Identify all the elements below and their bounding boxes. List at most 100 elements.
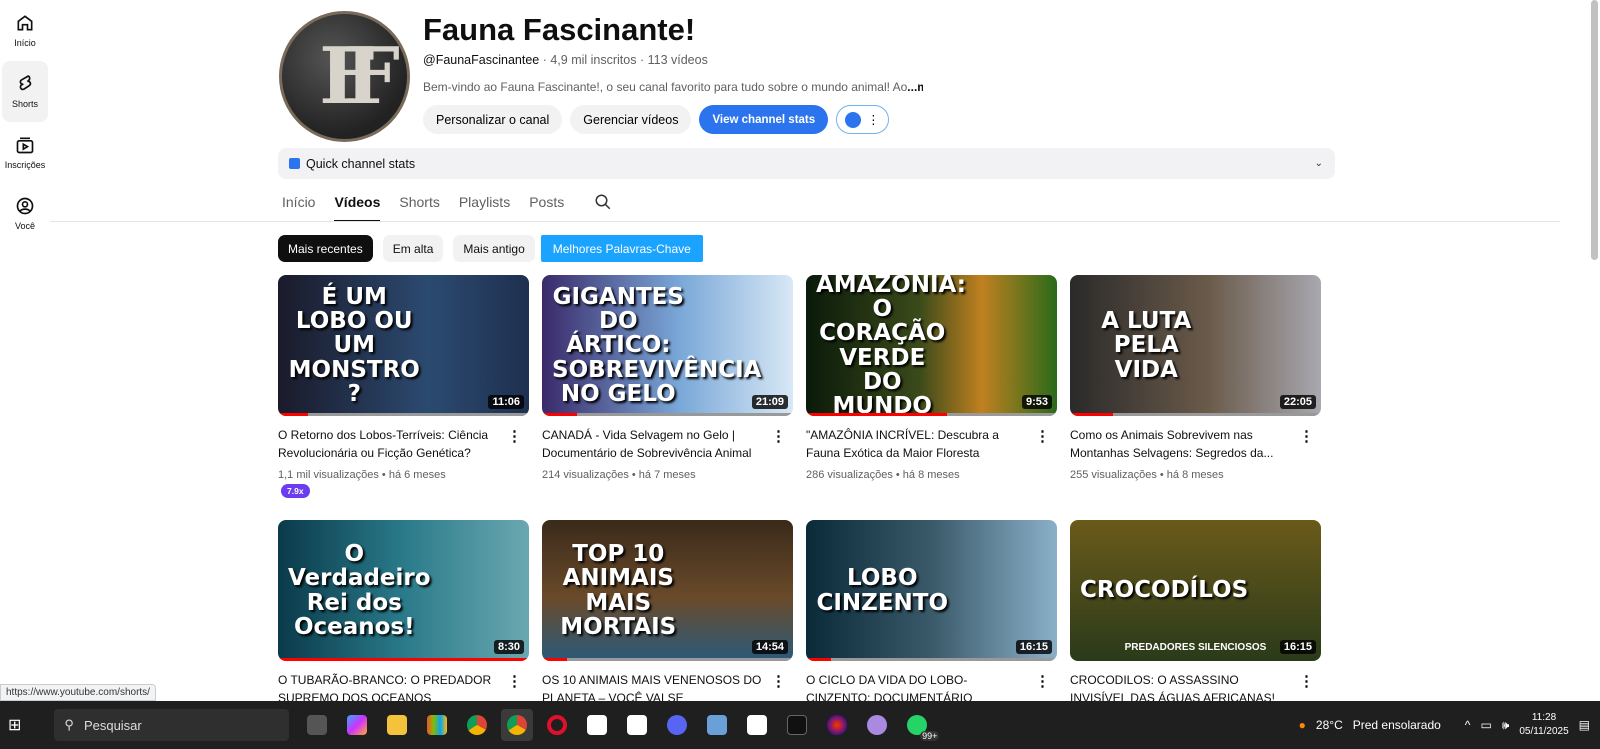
- video-card[interactable]: É UM LOBO OU UM MONSTRO ? 11:06 O Retorn…: [278, 275, 529, 499]
- chevron-up-icon[interactable]: ^: [1465, 718, 1471, 732]
- chrome-icon[interactable]: [461, 709, 493, 741]
- opera-icon[interactable]: [541, 709, 573, 741]
- search-icon[interactable]: [594, 193, 612, 211]
- video-thumbnail[interactable]: AMAZÔNIA: O CORAÇÃO VERDE DO MUNDO 9:53: [806, 275, 1057, 416]
- channel-handle: @FaunaFascinantee: [423, 53, 540, 67]
- tab-inicio[interactable]: Início: [282, 188, 315, 222]
- video-duration: 14:54: [751, 640, 788, 654]
- whatsapp-icon[interactable]: 99+: [901, 709, 940, 741]
- thumbnail-text: É UM LOBO OU UM MONSTRO ?: [288, 284, 420, 407]
- watch-progress: [542, 413, 793, 416]
- video-meta: 214 visualizações • há 7 meses: [542, 469, 696, 481]
- store-icon[interactable]: [421, 709, 453, 741]
- chip-oldest[interactable]: Mais antigo: [453, 235, 535, 262]
- more-vert-icon[interactable]: ⋮: [771, 427, 786, 445]
- capcut-icon-2[interactable]: [621, 709, 653, 741]
- capcut-icon[interactable]: [581, 709, 613, 741]
- video-title[interactable]: Como os Animais Sobrevivem nas Montanhas…: [1070, 426, 1295, 462]
- video-title[interactable]: CANADÁ - Vida Selvagem no Gelo | Documen…: [542, 426, 767, 462]
- tab-shorts[interactable]: Shorts: [399, 188, 439, 222]
- video-card[interactable]: A LUTA PELA VIDA 22:05 Como os Animais S…: [1070, 275, 1321, 481]
- channel-meta: @FaunaFascinantee · 4,9 mil inscritos · …: [423, 53, 708, 67]
- more-vert-icon[interactable]: ⋮: [1299, 427, 1314, 445]
- notepad-icon[interactable]: [701, 709, 733, 741]
- thumbnail-text: A LUTA PELA VIDA: [1101, 308, 1192, 383]
- extension-menu-button[interactable]: ⋮: [836, 105, 889, 134]
- taskbar-search[interactable]: ⚲ Pesquisar: [54, 709, 290, 741]
- more-vert-icon[interactable]: ⋮: [1299, 672, 1314, 690]
- more-vert-icon[interactable]: ⋮: [507, 672, 522, 690]
- chip-trending[interactable]: Em alta: [382, 235, 444, 262]
- performance-badge: 7.9x: [281, 484, 310, 498]
- more-vert-icon[interactable]: ⋮: [1035, 672, 1050, 690]
- video-card[interactable]: CROCODÍLOS PREDADORES SILENCIOSOS 16:15 …: [1070, 520, 1321, 707]
- windows-start-icon[interactable]: ⊞: [8, 715, 21, 735]
- thumbnail-text: LOBO CINZENTO: [816, 565, 949, 616]
- video-thumbnail[interactable]: GIGANTES DO ÁRTICO: SOBREVIVÊNCIA NO GEL…: [542, 275, 793, 416]
- video-thumbnail[interactable]: LOBO CINZENTO 16:15: [806, 520, 1057, 661]
- video-meta: 1,1 mil visualizações • há 6 meses: [278, 469, 446, 481]
- nav-inicio[interactable]: Início: [2, 0, 48, 61]
- volume-icon[interactable]: 🕪: [1502, 718, 1510, 733]
- thumbnail-text: GIGANTES DO ÁRTICO: SOBREVIVÊNCIA NO GEL…: [552, 284, 762, 407]
- app-icon[interactable]: [661, 709, 693, 741]
- watch-progress: [278, 413, 529, 416]
- extension-icon: [845, 111, 862, 128]
- watch-progress: [806, 658, 1057, 661]
- thumbnail-text: CROCODÍLOS: [1080, 577, 1249, 604]
- video-thumbnail[interactable]: CROCODÍLOS PREDADORES SILENCIOSOS 16:15: [1070, 520, 1321, 661]
- video-card[interactable]: O Verdadeiro Rei dos Oceanos! 8:30 O TUB…: [278, 520, 529, 707]
- view-channel-stats-button[interactable]: View channel stats: [699, 105, 829, 134]
- network-icon[interactable]: ▭: [1480, 718, 1491, 732]
- watch-progress: [1070, 413, 1321, 416]
- video-card[interactable]: TOP 10 ANIMAIS MAIS MORTAIS 14:54 OS 10 …: [542, 520, 793, 707]
- tab-playlists[interactable]: Playlists: [459, 188, 510, 222]
- more-vert-icon[interactable]: ⋮: [507, 427, 522, 445]
- scrollbar[interactable]: [1588, 0, 1600, 701]
- subscriptions-icon: [16, 137, 34, 154]
- video-card[interactable]: AMAZÔNIA: O CORAÇÃO VERDE DO MUNDO 9:53 …: [806, 275, 1057, 481]
- chevron-down-icon[interactable]: ⌄: [1315, 158, 1323, 169]
- notification-badge: 99+: [920, 731, 940, 741]
- watch-progress: [278, 658, 529, 661]
- capcut-icon-3[interactable]: [741, 709, 773, 741]
- video-card[interactable]: GIGANTES DO ÁRTICO: SOBREVIVÊNCIA NO GEL…: [542, 275, 793, 481]
- task-view-icon[interactable]: [301, 709, 333, 741]
- divider: [50, 221, 1560, 222]
- video-title[interactable]: O Retorno dos Lobos-Terríveis: Ciência R…: [278, 426, 503, 462]
- video-meta: 286 visualizações • há 8 meses: [806, 469, 960, 481]
- quick-channel-stats[interactable]: Quick channel stats ⌄: [278, 148, 1335, 179]
- status-url: https://www.youtube.com/shorts/: [0, 684, 156, 701]
- video-thumbnail[interactable]: A LUTA PELA VIDA 22:05: [1070, 275, 1321, 416]
- tab-videos[interactable]: Vídeos: [334, 188, 381, 222]
- video-duration: 9:53: [1021, 395, 1052, 409]
- nav-you[interactable]: Você: [2, 183, 48, 244]
- video-card[interactable]: LOBO CINZENTO 16:15 O CICLO DA VIDA DO L…: [806, 520, 1057, 707]
- chip-recent[interactable]: Mais recentes: [278, 235, 373, 262]
- tab-posts[interactable]: Posts: [529, 188, 564, 222]
- browser-icon[interactable]: [821, 709, 853, 741]
- clock[interactable]: 11:28 05/11/2025: [1519, 711, 1568, 739]
- channel-description[interactable]: Bem-vindo ao Fauna Fascinante!, o seu ca…: [423, 80, 923, 94]
- search-icon: ⚲: [64, 717, 74, 732]
- notifications-icon[interactable]: ▤: [1579, 718, 1590, 732]
- video-title[interactable]: "AMAZÔNIA INCRÍVEL: Descubra a Fauna Exó…: [806, 426, 1031, 462]
- copilot-icon[interactable]: [341, 709, 373, 741]
- nav-shorts[interactable]: Shorts: [2, 61, 48, 122]
- chip-best-keywords[interactable]: Melhores Palavras-Chave: [540, 235, 703, 262]
- watch-progress: [542, 658, 793, 661]
- chrome-active-icon[interactable]: [501, 709, 534, 741]
- file-explorer-icon[interactable]: [381, 709, 413, 741]
- nav-subscriptions[interactable]: Inscrições: [2, 122, 48, 183]
- video-thumbnail[interactable]: É UM LOBO OU UM MONSTRO ? 11:06: [278, 275, 529, 416]
- terminal-icon[interactable]: [781, 709, 813, 741]
- customize-channel-button[interactable]: Personalizar o canal: [423, 105, 563, 134]
- manage-videos-button[interactable]: Gerenciar vídeos: [570, 105, 692, 134]
- video-thumbnail[interactable]: O Verdadeiro Rei dos Oceanos! 8:30: [278, 520, 529, 661]
- more-vert-icon[interactable]: ⋮: [1035, 427, 1050, 445]
- tor-icon[interactable]: [861, 709, 893, 741]
- more-link[interactable]: ...mais: [907, 80, 923, 94]
- video-duration: 22:05: [1279, 395, 1316, 409]
- video-thumbnail[interactable]: TOP 10 ANIMAIS MAIS MORTAIS 14:54: [542, 520, 793, 661]
- more-vert-icon[interactable]: ⋮: [771, 672, 786, 690]
